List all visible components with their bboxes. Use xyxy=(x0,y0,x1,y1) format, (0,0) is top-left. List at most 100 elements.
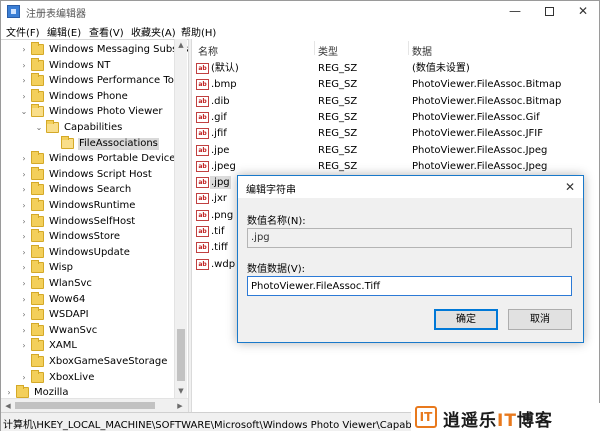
value-data-input[interactable] xyxy=(247,276,572,296)
tree-item[interactable]: › Windows Phone xyxy=(1,88,176,105)
tree-item[interactable]: › WindowsUpdate xyxy=(1,244,176,261)
tree-vertical-scroll-thumb[interactable] xyxy=(177,329,185,381)
value-row[interactable]: ab .jfif REG_SZ PhotoViewer.FileAssoc.JFIF xyxy=(192,126,599,142)
tree-item[interactable]: › Windows NT xyxy=(1,57,176,74)
tree-item-label: Windows Portable Devices xyxy=(49,153,181,165)
folder-icon xyxy=(31,260,44,274)
value-type: REG_SZ xyxy=(318,79,358,91)
tree-horizontal-scroll-thumb[interactable] xyxy=(15,402,155,409)
tree-item[interactable]: ⌄ Capabilities xyxy=(1,120,176,136)
maximize-button[interactable] xyxy=(532,1,566,22)
tree-item[interactable]: FileAssociations xyxy=(1,135,176,152)
tree-expand-icon[interactable]: › xyxy=(19,325,29,337)
menu-bar: 文件(F) 编辑(E) 查看(V) 收藏夹(A) 帮助(H) xyxy=(1,22,599,39)
tree-expand-icon[interactable]: › xyxy=(19,247,29,259)
column-separator[interactable] xyxy=(408,41,409,55)
tree-expand-icon[interactable]: › xyxy=(19,91,29,103)
watermark-logo-icon: IT xyxy=(415,406,437,428)
menu-help[interactable]: 帮助(H) xyxy=(181,24,216,39)
dialog-title: 编辑字符串 xyxy=(246,185,296,196)
tree-item[interactable]: › XboxLive xyxy=(1,369,176,386)
tree-expand-icon[interactable] xyxy=(49,138,59,150)
ok-button[interactable]: 确定 xyxy=(434,309,498,330)
value-name: .jfif xyxy=(211,128,227,140)
value-name: .jpg xyxy=(210,176,231,190)
tree-expand-icon[interactable]: › xyxy=(19,60,29,72)
minimize-button[interactable]: — xyxy=(498,1,532,22)
column-header-data[interactable]: 数据 xyxy=(412,43,432,58)
menu-view[interactable]: 查看(V) xyxy=(89,24,124,39)
folder-icon xyxy=(31,73,44,87)
tree-expand-icon[interactable]: › xyxy=(19,294,29,306)
value-row[interactable]: ab (默认) REG_SZ (数值未设置) xyxy=(192,61,599,77)
tree-expand-icon[interactable]: › xyxy=(19,231,29,243)
folder-icon xyxy=(31,322,44,336)
tree-item[interactable]: › Windows Search xyxy=(1,182,176,198)
tree-expand-icon[interactable]: › xyxy=(19,44,29,56)
tree-expand-icon[interactable]: › xyxy=(19,216,29,228)
dialog-body: 数值名称(N): .jpg 数值数据(V): 确定 取消 xyxy=(238,198,583,342)
dialog-title-bar[interactable]: 编辑字符串 ✕ xyxy=(238,176,583,198)
string-value-icon: ab xyxy=(196,226,209,237)
column-header-name[interactable]: 名称 xyxy=(198,43,218,58)
tree-vertical-scrollbar[interactable]: ▲ ▼ xyxy=(174,39,187,398)
tree-item[interactable]: › XAML xyxy=(1,338,176,354)
tree-item[interactable]: › Wow64 xyxy=(1,291,176,308)
value-row[interactable]: ab .jpe REG_SZ PhotoViewer.FileAssoc.Jpeg xyxy=(192,143,599,159)
folder-icon xyxy=(31,369,44,383)
tree-item[interactable]: ⌄ Windows Photo Viewer xyxy=(1,104,176,120)
menu-edit[interactable]: 编辑(E) xyxy=(47,24,81,39)
value-row[interactable]: ab .gif REG_SZ PhotoViewer.FileAssoc.Gif xyxy=(192,110,599,126)
scroll-up-icon[interactable]: ▲ xyxy=(175,39,187,51)
tree-item-label: Windows Search xyxy=(49,184,132,196)
tree-item[interactable]: › WindowsSelfHost xyxy=(1,213,176,230)
value-row[interactable]: ab .dib REG_SZ PhotoViewer.FileAssoc.Bitmap xyxy=(192,94,599,110)
string-value-icon: ab xyxy=(196,242,209,254)
tree-expand-icon[interactable]: › xyxy=(19,169,29,181)
scroll-down-icon[interactable]: ▼ xyxy=(175,385,187,397)
tree-expand-icon[interactable]: › xyxy=(19,309,29,321)
tree-expand-icon[interactable]: › xyxy=(19,75,29,87)
value-name: .png xyxy=(211,209,234,221)
folder-icon xyxy=(16,385,29,399)
tree-item[interactable]: › WindowsStore xyxy=(1,229,176,245)
close-button[interactable]: ✕ xyxy=(566,1,600,22)
tree-item-label: Windows Performance Tool xyxy=(49,75,183,87)
tree-item[interactable]: › Wisp xyxy=(1,260,176,276)
folder-icon xyxy=(31,42,44,55)
title-bar[interactable]: 注册表编辑器 — ✕ xyxy=(1,1,599,22)
value-name: .tiff xyxy=(211,242,228,254)
tree-item[interactable]: › Windows Performance Tool xyxy=(1,73,183,89)
scroll-left-icon[interactable]: ◀ xyxy=(2,400,14,412)
tree-expand-icon[interactable]: › xyxy=(19,340,29,352)
tree-item[interactable]: › WwanSvc xyxy=(1,322,176,339)
tree-expand-icon[interactable]: › xyxy=(19,372,29,384)
tree-expand-icon[interactable]: › xyxy=(19,200,29,212)
value-row[interactable]: ab .bmp REG_SZ PhotoViewer.FileAssoc.Bitmap xyxy=(192,77,599,93)
column-separator[interactable] xyxy=(314,41,315,55)
tree-expand-icon[interactable]: › xyxy=(19,262,29,274)
tree-item[interactable]: › Windows Script Host xyxy=(1,166,176,183)
value-name-label: 数值名称(N): xyxy=(247,216,306,227)
value-row[interactable]: ab .jpeg REG_SZ PhotoViewer.FileAssoc.Jpeg xyxy=(192,159,599,175)
menu-file[interactable]: 文件(F) xyxy=(6,24,40,39)
tree-item[interactable]: › Windows Messaging Subsys xyxy=(1,42,188,58)
tree-horizontal-scrollbar[interactable]: ◀ ▶ xyxy=(1,398,188,412)
tree-expand-icon[interactable] xyxy=(19,356,29,368)
tree-item[interactable]: › WindowsRuntime xyxy=(1,198,176,214)
tree-expand-icon[interactable]: › xyxy=(19,278,29,290)
tree-item[interactable]: › WlanSvc xyxy=(1,276,176,292)
cancel-button[interactable]: 取消 xyxy=(508,309,572,330)
tree-item[interactable]: › WSDAPI xyxy=(1,307,176,323)
tree-item[interactable]: › Windows Portable Devices xyxy=(1,151,181,167)
column-header-type[interactable]: 类型 xyxy=(318,43,338,58)
tree-expand-icon[interactable]: › xyxy=(19,153,29,165)
dialog-close-button[interactable]: ✕ xyxy=(559,178,581,196)
scroll-right-icon[interactable]: ▶ xyxy=(174,400,186,412)
tree-expand-icon[interactable]: ⌄ xyxy=(34,122,44,134)
tree-expand-icon[interactable]: ⌄ xyxy=(19,106,29,118)
tree-item[interactable]: XboxGameSaveStorage xyxy=(1,354,176,370)
tree-expand-icon[interactable]: › xyxy=(19,184,29,196)
menu-favorites[interactable]: 收藏夹(A) xyxy=(131,24,176,39)
registry-key-tree[interactable]: › Windows Messaging Subsys › Windows NT › Win… xyxy=(1,39,188,412)
